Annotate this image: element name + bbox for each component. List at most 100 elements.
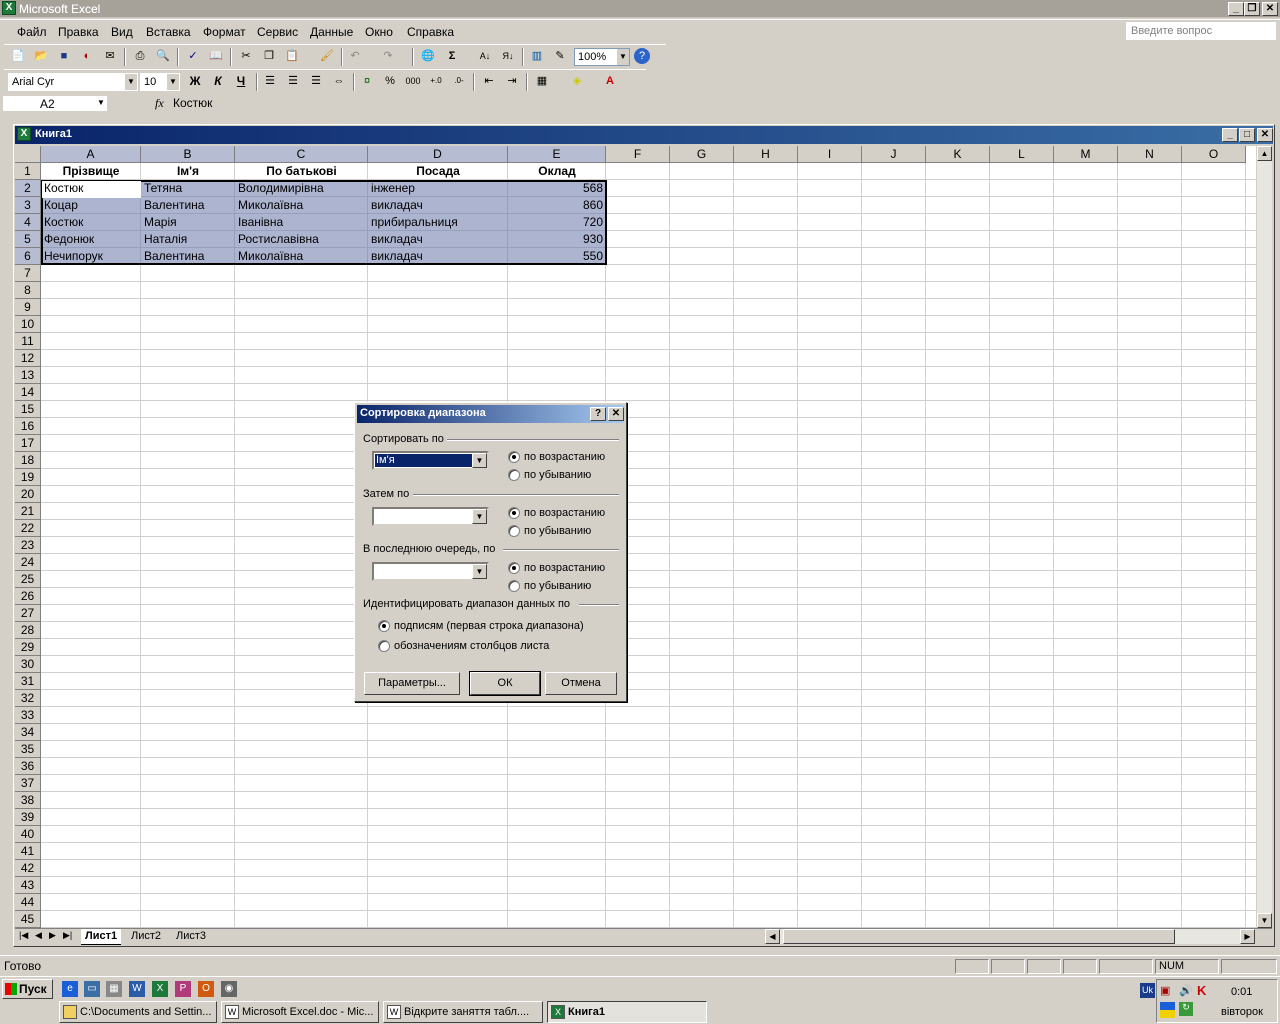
- table-cell[interactable]: викладач: [368, 197, 508, 214]
- row-header-37[interactable]: 37: [15, 775, 41, 792]
- sort3-asc-radio[interactable]: по возрастанию: [508, 562, 605, 575]
- row-header-14[interactable]: 14: [15, 384, 41, 401]
- row-header-26[interactable]: 26: [15, 588, 41, 605]
- row-header-40[interactable]: 40: [15, 826, 41, 843]
- menu-format[interactable]: Формат: [203, 25, 246, 39]
- menu-file[interactable]: Файл: [17, 25, 47, 39]
- row-header-9[interactable]: 9: [15, 299, 41, 316]
- menu-view[interactable]: Вид: [111, 25, 133, 39]
- identify-labels-radio[interactable]: подписям (первая строка диапазона): [378, 620, 584, 633]
- ok-button[interactable]: ОК: [469, 671, 541, 696]
- row-header-15[interactable]: 15: [15, 401, 41, 418]
- row-header-29[interactable]: 29: [15, 639, 41, 656]
- table-cell[interactable]: Наталія: [141, 231, 235, 248]
- column-header-k[interactable]: K: [926, 146, 990, 163]
- row-header-20[interactable]: 20: [15, 486, 41, 503]
- prev-sheet-icon[interactable]: ◀: [35, 930, 42, 941]
- permission-icon[interactable]: ◐: [79, 48, 95, 64]
- header-cell[interactable]: Посада: [368, 163, 508, 180]
- cut-icon[interactable]: ✂: [238, 48, 254, 64]
- menu-window[interactable]: Окно: [365, 25, 393, 39]
- bold-button[interactable]: Ж: [187, 73, 203, 89]
- column-header-d[interactable]: D: [368, 146, 508, 163]
- scroll-up-icon[interactable]: ▲: [1257, 146, 1272, 161]
- column-header-a[interactable]: A: [41, 146, 141, 163]
- font-color-icon[interactable]: A: [602, 73, 618, 89]
- help-button[interactable]: ?: [590, 407, 606, 421]
- row-header-27[interactable]: 27: [15, 605, 41, 622]
- research-icon[interactable]: 📖: [208, 48, 224, 64]
- hyperlink-icon[interactable]: 🌐: [420, 48, 436, 64]
- column-header-i[interactable]: I: [798, 146, 862, 163]
- last-by-select[interactable]: ▼: [372, 562, 489, 581]
- task-excel-book[interactable]: X Книга1: [547, 1001, 707, 1023]
- table-cell[interactable]: Іванівна: [235, 214, 368, 231]
- align-center-icon[interactable]: ☰: [285, 73, 301, 89]
- row-header-10[interactable]: 10: [15, 316, 41, 333]
- autosum-icon[interactable]: Σ: [444, 48, 460, 64]
- spelling-icon[interactable]: ✓: [185, 48, 201, 64]
- excel-icon[interactable]: X: [152, 981, 168, 997]
- row-header-24[interactable]: 24: [15, 554, 41, 571]
- name-box[interactable]: A2: [2, 95, 108, 112]
- row-header-12[interactable]: 12: [15, 350, 41, 367]
- row-header-33[interactable]: 33: [15, 707, 41, 724]
- table-cell[interactable]: Тетяна: [141, 180, 235, 197]
- chart-wizard-icon[interactable]: ▥: [529, 48, 545, 64]
- save-icon[interactable]: ■: [56, 48, 72, 64]
- table-cell[interactable]: 860: [508, 197, 606, 214]
- italic-button[interactable]: К: [210, 73, 226, 89]
- sheet-tab-3[interactable]: Лист3: [172, 929, 210, 945]
- row-header-45[interactable]: 45: [15, 911, 41, 928]
- wb-close-button[interactable]: ✕: [1257, 128, 1273, 142]
- scroll-left-icon[interactable]: ◀: [765, 929, 780, 944]
- fx-icon[interactable]: fx: [155, 96, 164, 111]
- format-painter-icon[interactable]: 🖌: [319, 48, 335, 64]
- table-cell[interactable]: Костюк: [41, 214, 141, 231]
- row-header-44[interactable]: 44: [15, 894, 41, 911]
- vertical-scrollbar[interactable]: ▲ ▼: [1257, 146, 1272, 928]
- print-preview-icon[interactable]: 🔍: [155, 48, 171, 64]
- ie-icon[interactable]: e: [62, 981, 78, 997]
- row-header-32[interactable]: 32: [15, 690, 41, 707]
- row-header-42[interactable]: 42: [15, 860, 41, 877]
- sheet-tab-2[interactable]: Лист2: [127, 929, 165, 945]
- chevron-down-icon[interactable]: ▼: [472, 564, 487, 579]
- row-header-11[interactable]: 11: [15, 333, 41, 350]
- table-cell[interactable]: 930: [508, 231, 606, 248]
- table-cell[interactable]: Федонюк: [41, 231, 141, 248]
- next-sheet-icon[interactable]: ▶: [49, 930, 56, 941]
- row-header-34[interactable]: 34: [15, 724, 41, 741]
- wb-maximize-button[interactable]: □: [1239, 128, 1255, 142]
- scroll-down-icon[interactable]: ▼: [1257, 913, 1272, 928]
- row-header-28[interactable]: 28: [15, 622, 41, 639]
- row-header-7[interactable]: 7: [15, 265, 41, 282]
- volume-icon[interactable]: 🔊: [1179, 984, 1193, 997]
- header-cell[interactable]: Ім'я: [141, 163, 235, 180]
- row-header-3[interactable]: 3: [15, 197, 41, 214]
- table-cell[interactable]: прибиральниця: [368, 214, 508, 231]
- clock-time[interactable]: 0:01: [1231, 986, 1252, 998]
- sort-asc-icon[interactable]: A↓: [477, 48, 493, 64]
- desktop-icon[interactable]: ▭: [84, 981, 100, 997]
- chevron-down-icon[interactable]: ▼: [97, 98, 105, 107]
- ukraine-flag-icon[interactable]: [1160, 1002, 1175, 1018]
- align-left-icon[interactable]: ☰: [262, 73, 278, 89]
- row-header-39[interactable]: 39: [15, 809, 41, 826]
- row-header-19[interactable]: 19: [15, 469, 41, 486]
- start-button[interactable]: Пуск: [2, 979, 53, 999]
- column-header-n[interactable]: N: [1118, 146, 1182, 163]
- row-header-8[interactable]: 8: [15, 282, 41, 299]
- last-sheet-icon[interactable]: ▶|: [63, 930, 72, 941]
- identify-columns-radio[interactable]: обозначениям столбцов листа: [378, 640, 549, 653]
- zoom-select[interactable]: 100% ▼: [574, 48, 630, 66]
- merge-center-icon[interactable]: ⇔: [331, 73, 347, 89]
- column-header-e[interactable]: E: [508, 146, 606, 163]
- row-header-5[interactable]: 5: [15, 231, 41, 248]
- underline-button[interactable]: Ч: [233, 73, 249, 89]
- increase-decimal-icon[interactable]: +.0: [428, 73, 444, 89]
- increase-indent-icon[interactable]: ⇥: [504, 73, 520, 89]
- network-icon[interactable]: ▣: [1160, 984, 1170, 997]
- table-cell[interactable]: Валентина: [141, 197, 235, 214]
- menu-help[interactable]: Справка: [407, 25, 454, 39]
